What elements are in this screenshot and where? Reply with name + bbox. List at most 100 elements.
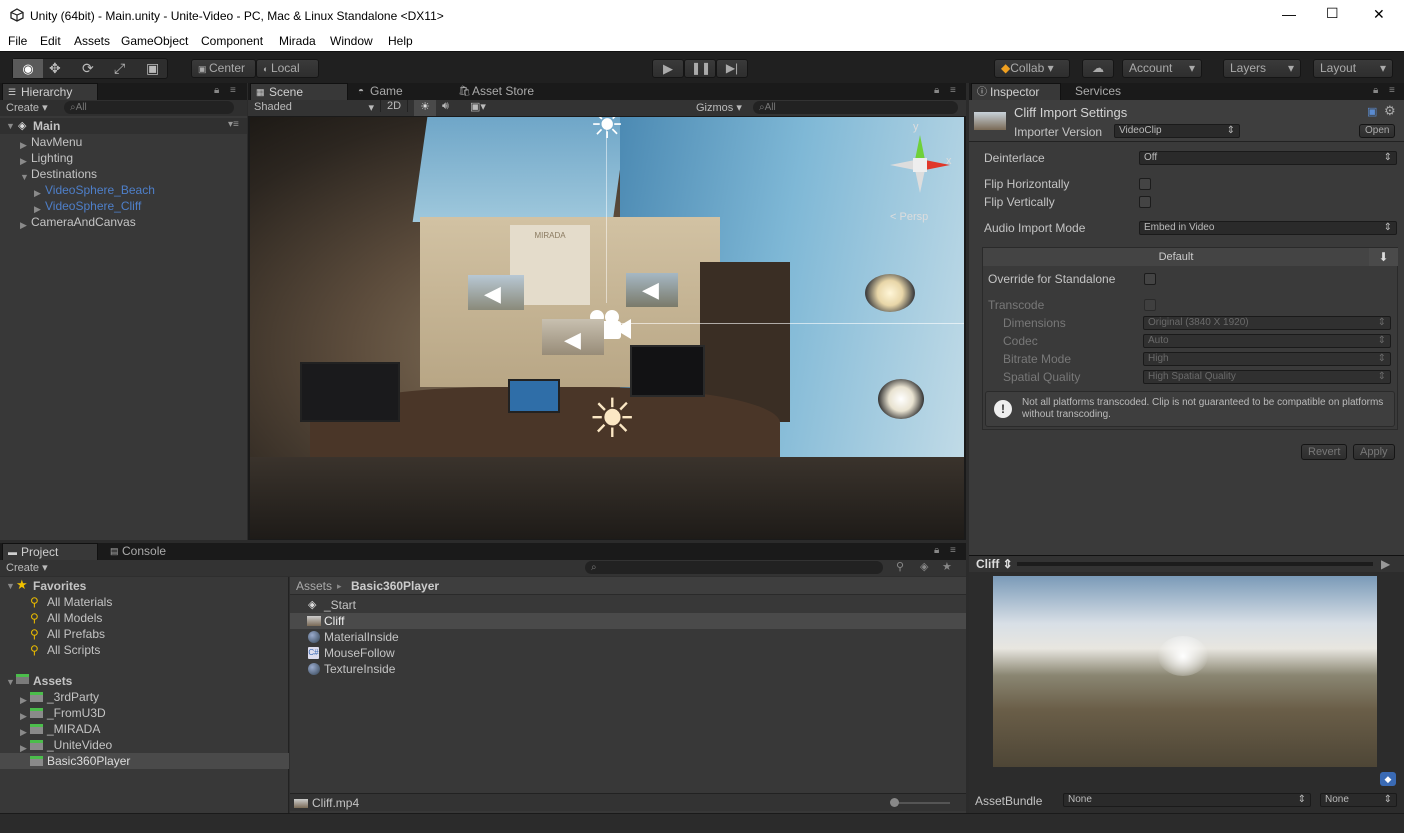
- maximize-button[interactable]: ☐: [1326, 5, 1339, 22]
- audio-source-center-icon[interactable]: ◀: [564, 327, 581, 353]
- flip-vertically-checkbox[interactable]: [1139, 196, 1151, 208]
- effects-dropdown-icon[interactable]: ▣▾: [470, 100, 486, 113]
- hierarchy-item[interactable]: ▼ Destinations: [0, 166, 247, 182]
- override-checkbox[interactable]: [1144, 273, 1156, 285]
- assetbundle-variant-dropdown[interactable]: None ⇕: [1320, 793, 1397, 807]
- expand-triangle-icon[interactable]: ▼: [6, 121, 15, 131]
- expand-triangle-icon[interactable]: ▼: [6, 581, 15, 591]
- audio-import-dropdown[interactable]: Embed in Video ⇕: [1139, 221, 1397, 235]
- scene-menu-icon[interactable]: ▾≡: [228, 119, 239, 130]
- account-button[interactable]: Account ▾: [1122, 59, 1202, 78]
- lock-icon[interactable]: 🔒︎: [934, 85, 939, 96]
- tab-project[interactable]: ▬ Project: [2, 543, 98, 560]
- preview-name-dropdown[interactable]: Cliff ⇕: [976, 557, 1013, 571]
- minimize-button[interactable]: —: [1282, 6, 1296, 22]
- hierarchy-create-button[interactable]: Create ▾: [6, 101, 48, 114]
- favorites-header[interactable]: Favorites: [33, 578, 86, 594]
- panel-menu-icon[interactable]: ≡: [950, 85, 956, 96]
- close-button[interactable]: ✕: [1373, 6, 1385, 23]
- assets-header[interactable]: Assets: [33, 673, 72, 689]
- point-light-icon[interactable]: ☀: [588, 387, 636, 450]
- transcode-checkbox[interactable]: [1144, 299, 1156, 311]
- tab-scene[interactable]: ▦ Scene: [250, 83, 348, 100]
- search-by-label-icon[interactable]: ◈: [920, 560, 928, 573]
- audio-source-left-icon[interactable]: ◀: [484, 281, 501, 307]
- menu-file[interactable]: File: [8, 34, 27, 48]
- menu-help[interactable]: Help: [388, 34, 413, 48]
- orientation-gizmo[interactable]: y x: [880, 121, 960, 205]
- pivot-local-button[interactable]: ◐ Local: [256, 59, 319, 78]
- hierarchy-scene-row[interactable]: ▼ ◈ Main ▾≡: [0, 118, 247, 134]
- hierarchy-item[interactable]: ▶ NavMenu: [0, 134, 247, 150]
- favorite-item[interactable]: ⚲ All Materials: [0, 594, 289, 610]
- asset-label-tag-icon[interactable]: ◆: [1380, 772, 1396, 786]
- assetbundle-dropdown[interactable]: None ⇕: [1063, 793, 1311, 807]
- platform-tab-default[interactable]: Default: [983, 248, 1369, 266]
- scene-search-input[interactable]: ⌕All: [753, 101, 958, 114]
- layers-button[interactable]: Layers ▾: [1223, 59, 1301, 78]
- deinterlace-dropdown[interactable]: Off ⇕: [1139, 151, 1397, 165]
- move-tool-icon[interactable]: ✥: [49, 60, 61, 77]
- rect-tool-icon[interactable]: ▣: [146, 60, 159, 77]
- lock-icon[interactable]: 🔒︎: [934, 545, 939, 556]
- favorite-item[interactable]: ⚲ All Prefabs: [0, 626, 289, 642]
- play-button[interactable]: ▶: [652, 59, 684, 78]
- step-button[interactable]: ▶|: [716, 59, 748, 78]
- preview-scrubber[interactable]: [1017, 562, 1373, 566]
- panel-menu-icon[interactable]: ≡: [230, 85, 236, 96]
- menu-assets[interactable]: Assets: [74, 34, 110, 48]
- toggle-2d-button[interactable]: 2D: [380, 100, 408, 112]
- rotate-tool-icon[interactable]: ⟳: [82, 60, 94, 77]
- download-icon[interactable]: ⬇: [1369, 248, 1398, 266]
- file-item-selected[interactable]: Cliff: [290, 613, 966, 629]
- collab-button[interactable]: ◆Collab ▾: [994, 59, 1070, 78]
- layout-button[interactable]: Layout ▾: [1313, 59, 1393, 78]
- gizmos-dropdown[interactable]: Gizmos ▾: [696, 101, 742, 114]
- project-search-input[interactable]: ⌕: [585, 561, 883, 574]
- help-book-icon[interactable]: ▣: [1367, 105, 1377, 118]
- audio-source-right-icon[interactable]: ◀: [642, 277, 659, 303]
- file-item[interactable]: MaterialInside: [290, 629, 966, 645]
- tab-hierarchy[interactable]: ☰ Hierarchy: [2, 83, 98, 100]
- scale-tool-icon[interactable]: ⤢: [114, 60, 125, 77]
- slider-thumb[interactable]: [890, 798, 899, 807]
- favorite-star-icon[interactable]: ★: [942, 560, 952, 573]
- spatial-quality-dropdown[interactable]: High Spatial Quality ⇕: [1143, 370, 1391, 384]
- directional-light-top-icon[interactable]: ☀: [590, 117, 624, 148]
- hierarchy-item[interactable]: ▶ VideoSphere_Beach: [0, 182, 247, 198]
- pivot-center-button[interactable]: ▣ Center: [191, 59, 256, 78]
- codec-dropdown[interactable]: Auto ⇕: [1143, 334, 1391, 348]
- tab-asset-store[interactable]: 🛍︎ Asset Store: [454, 83, 564, 100]
- file-item[interactable]: C# MouseFollow: [290, 645, 966, 661]
- audio-toggle-icon[interactable]: 🔊︎: [442, 100, 449, 113]
- panel-menu-icon[interactable]: ≡: [1389, 85, 1395, 96]
- asset-folder-item[interactable]: ▶ _3rdParty: [0, 689, 289, 705]
- menu-edit[interactable]: Edit: [40, 34, 61, 48]
- asset-folder-item-selected[interactable]: Basic360Player: [0, 753, 289, 769]
- view-tool-eye-icon[interactable]: ◉: [13, 59, 43, 78]
- expand-triangle-icon[interactable]: ▼: [6, 677, 15, 687]
- preview-play-icon[interactable]: ▶: [1381, 557, 1390, 571]
- asset-folder-item[interactable]: ▶ _MIRADA: [0, 721, 289, 737]
- hierarchy-item[interactable]: ▶ VideoSphere_Cliff: [0, 198, 247, 214]
- bitrate-dropdown[interactable]: High ⇕: [1143, 352, 1391, 366]
- settings-gear-icon[interactable]: ⚙: [1384, 103, 1396, 119]
- open-button[interactable]: Open: [1359, 124, 1396, 138]
- breadcrumb-current[interactable]: Basic360Player: [351, 577, 439, 595]
- dimensions-dropdown[interactable]: Original (3840 X 1920) ⇕: [1143, 316, 1391, 330]
- pause-button[interactable]: ❚❚: [684, 59, 716, 78]
- importer-version-dropdown[interactable]: VideoClip ⇕: [1114, 124, 1240, 138]
- scene-viewport[interactable]: MIRADA ☀ ☀ ◀ ◀ ◀ y x < Persp: [250, 117, 964, 539]
- flip-horizontally-checkbox[interactable]: [1139, 178, 1151, 190]
- hierarchy-search-input[interactable]: ⌕All: [64, 101, 234, 114]
- tab-services[interactable]: Services: [1067, 83, 1147, 100]
- lock-icon[interactable]: 🔒︎: [1373, 85, 1378, 96]
- menu-component[interactable]: Component: [201, 34, 263, 48]
- breadcrumb-root[interactable]: Assets: [296, 577, 332, 595]
- tab-console[interactable]: ▤ Console: [104, 543, 194, 560]
- revert-button[interactable]: Revert: [1301, 444, 1348, 460]
- collapsed-triangle-icon[interactable]: ▶: [20, 217, 27, 233]
- favorite-item[interactable]: ⚲ All Scripts: [0, 642, 289, 658]
- apply-button[interactable]: Apply: [1353, 444, 1395, 460]
- lock-icon[interactable]: 🔒︎: [214, 85, 219, 96]
